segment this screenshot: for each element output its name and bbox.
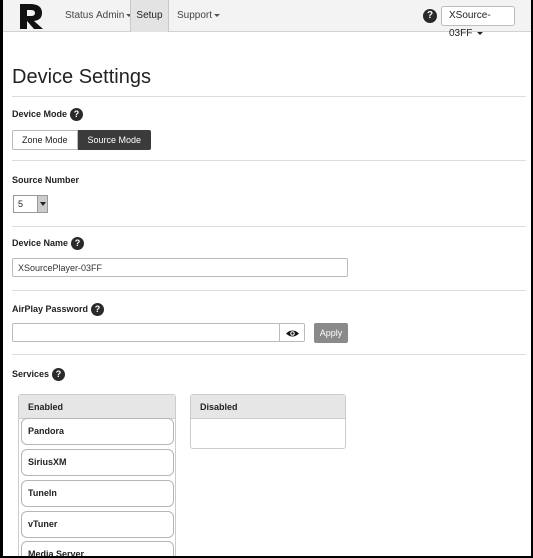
page-title: Device Settings xyxy=(12,66,151,88)
device-name-input[interactable] xyxy=(12,258,348,277)
apply-button[interactable]: Apply xyxy=(314,323,348,343)
device-mode-toggle: Zone Mode Source Mode xyxy=(12,130,152,150)
source-mode-button[interactable]: Source Mode xyxy=(77,130,152,150)
app-frame: Status Admin Setup Support ? XSource-03F… xyxy=(3,0,531,556)
divider xyxy=(12,226,526,227)
divider xyxy=(12,160,526,161)
service-media-server[interactable]: Media Server xyxy=(21,541,174,556)
chevron-down-icon xyxy=(477,31,484,35)
nav-admin-label: Admin xyxy=(96,10,125,21)
help-icon[interactable]: ? xyxy=(70,108,84,122)
source-number-select[interactable]: 5 xyxy=(13,195,48,213)
nav-support[interactable]: Support xyxy=(177,0,221,32)
airplay-password-input[interactable] xyxy=(12,323,280,342)
top-navbar: Status Admin Setup Support ? XSource-03F… xyxy=(3,0,531,39)
help-icon[interactable]: ? xyxy=(423,9,437,23)
dropdown-arrow-icon xyxy=(37,196,47,212)
services-label: Services? xyxy=(12,367,66,382)
help-icon[interactable]: ? xyxy=(71,237,85,251)
device-button-label: XSource-03FF xyxy=(449,10,491,39)
nav-setup[interactable]: Setup xyxy=(130,0,169,32)
device-mode-label-text: Device Mode xyxy=(12,109,68,119)
service-vtuner[interactable]: vTuner xyxy=(21,511,174,538)
airplay-password-label-text: AirPlay Password xyxy=(12,304,89,314)
eye-icon xyxy=(286,330,299,337)
device-name-label: Device Name? xyxy=(12,236,85,251)
enabled-header: Enabled xyxy=(19,395,175,419)
divider xyxy=(12,96,526,97)
logo-icon[interactable] xyxy=(17,2,45,30)
nav-support-label: Support xyxy=(177,10,213,21)
service-siriusxm[interactable]: SiriusXM xyxy=(21,449,174,476)
nav-status[interactable]: Status xyxy=(65,0,93,32)
nav-admin[interactable]: Admin xyxy=(96,0,133,32)
divider xyxy=(12,290,526,291)
service-pandora[interactable]: Pandora xyxy=(21,418,174,445)
source-number-value: 5 xyxy=(18,199,24,209)
zone-mode-button[interactable]: Zone Mode xyxy=(12,130,78,150)
device-mode-label: Device Mode? xyxy=(12,107,84,122)
device-dropdown-button[interactable]: XSource-03FF xyxy=(441,6,515,39)
disabled-header: Disabled xyxy=(191,395,345,419)
chevron-down-icon xyxy=(214,13,221,17)
services-label-text: Services xyxy=(12,369,50,379)
airplay-password-label: AirPlay Password? xyxy=(12,302,105,317)
disabled-services-panel: Disabled xyxy=(190,394,346,449)
source-number-label: Source Number xyxy=(12,175,80,185)
divider xyxy=(12,354,526,355)
show-password-button[interactable] xyxy=(280,323,305,342)
service-tunein[interactable]: TuneIn xyxy=(21,480,174,507)
device-name-label-text: Device Name xyxy=(12,238,69,248)
help-icon[interactable]: ? xyxy=(52,368,66,382)
help-icon[interactable]: ? xyxy=(91,303,105,317)
